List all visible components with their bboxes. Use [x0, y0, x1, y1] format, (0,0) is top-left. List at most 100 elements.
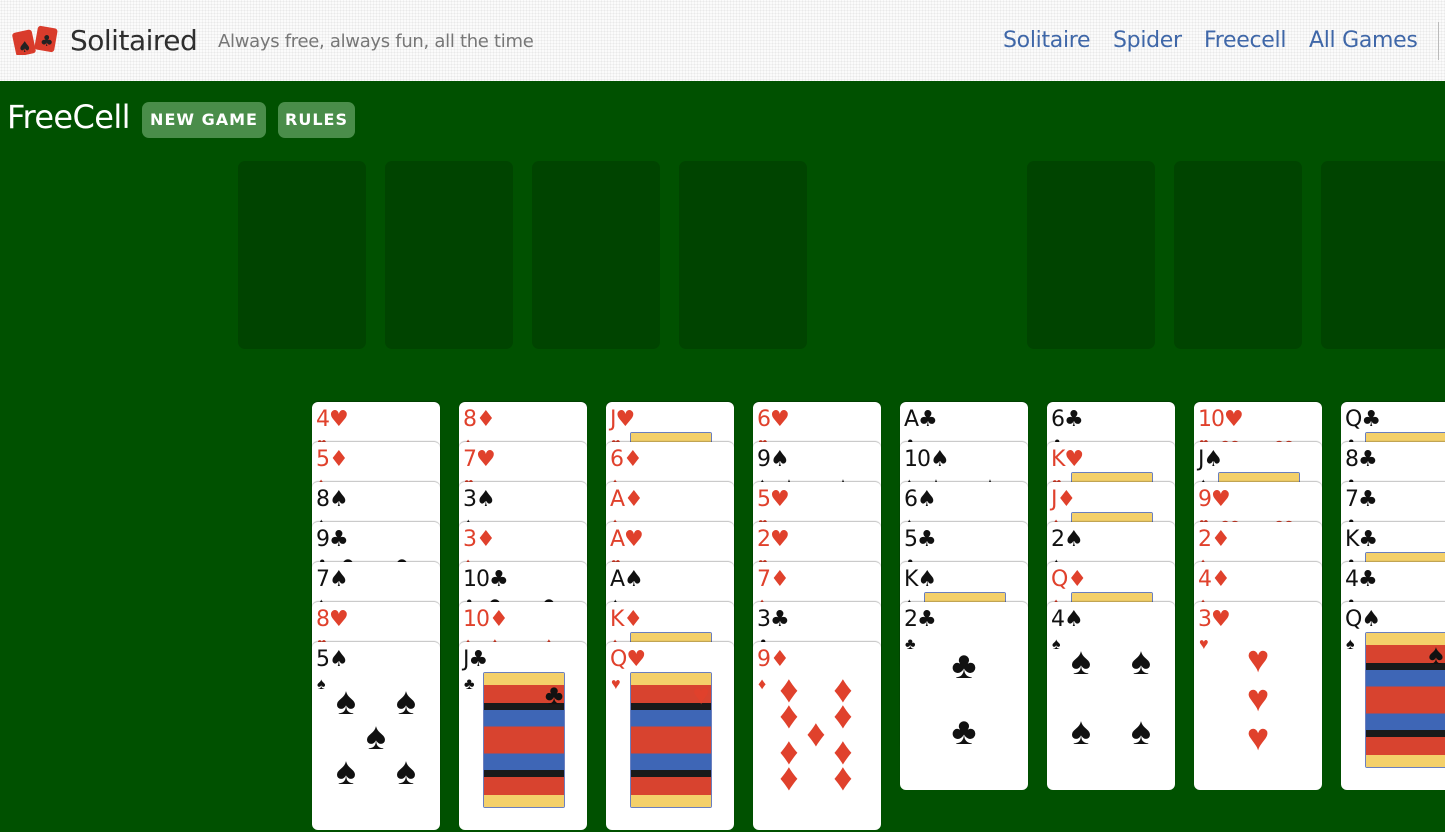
card-rank-label: 7♠ [316, 567, 349, 592]
site-brand[interactable]: Solitaired [70, 24, 198, 57]
suit-icon: ♦ [779, 757, 799, 799]
card-rank-label: 3♦ [463, 527, 496, 552]
free-cell-1[interactable] [238, 161, 366, 349]
card-rank-label: 3♠ [463, 487, 496, 512]
card-rank-label: A♦ [610, 487, 644, 512]
suit-icon: ♠ [1130, 641, 1152, 683]
card-rank-label: 8♣ [1345, 447, 1378, 472]
face-figure-icon [631, 740, 711, 807]
suit-icon: ♣ [951, 711, 977, 753]
card-rank-label: 7♥ [463, 447, 496, 472]
suit-icon: ♠ [335, 751, 357, 793]
site-header: ♠ ♣ Solitaired Always free, always fun, … [0, 0, 1445, 81]
suit-icon: ♣ [905, 636, 916, 653]
face-card-art-icon: ♥ [630, 672, 712, 808]
card-rank-label: 3♣ [757, 607, 790, 632]
face-figure-icon [484, 740, 564, 807]
card-rank-label: K♣ [1345, 527, 1378, 552]
card-rank-label: 6♠ [904, 487, 937, 512]
suit-icon: ♠ [1052, 636, 1061, 653]
card-rank-label: Q♥ [610, 647, 646, 672]
foundation-2[interactable] [1174, 161, 1302, 349]
suit-icon: ♥ [1199, 636, 1209, 653]
card-rank-label: 4♠ [1051, 607, 1084, 632]
card-rank-label: 5♥ [757, 487, 790, 512]
card-rank-label: J♣ [463, 647, 488, 672]
site-tagline: Always free, always fun, all the time [218, 31, 534, 52]
card[interactable]: 5♠ ♠ ♠ ♠ ♠ ♠ ♠ [312, 642, 440, 830]
card-rank-label: Q♠ [1345, 607, 1381, 632]
free-cell-4[interactable] [679, 161, 807, 349]
foundation-3[interactable] [1321, 161, 1445, 349]
suit-icon: ♠ [365, 716, 387, 758]
suit-icon: ♠ [395, 751, 417, 793]
suit-icon: ♥ [1246, 639, 1270, 681]
card-rank-label: 8♦ [463, 407, 496, 432]
rules-button[interactable]: RULES [278, 102, 355, 138]
new-game-button[interactable]: NEW GAME [142, 102, 266, 138]
nav-spider[interactable]: Spider [1113, 28, 1182, 53]
free-cell-2[interactable] [385, 161, 513, 349]
card-rank-label: 8♠ [316, 487, 349, 512]
card-rank-label: Q♦ [1051, 567, 1087, 592]
game-title: FreeCell [7, 98, 131, 136]
suit-icon: ♦ [758, 676, 767, 693]
card[interactable]: Q♥ ♥ ♥ [606, 642, 734, 830]
face-card-art-icon: ♣ [483, 672, 565, 808]
card[interactable]: J♣ ♣ ♣ [459, 642, 587, 830]
card-rank-label: Q♣ [1345, 407, 1381, 432]
nav-freecell[interactable]: Freecell [1204, 28, 1286, 53]
card-rank-label: 5♠ [316, 647, 349, 672]
foundation-1[interactable] [1027, 161, 1155, 349]
svg-text:♣: ♣ [40, 32, 53, 50]
card-rank-label: A♥ [610, 527, 644, 552]
suit-icon: ♥ [692, 679, 710, 710]
card-rank-label: 2♠ [1051, 527, 1084, 552]
card-rank-label: J♥ [610, 407, 635, 432]
card[interactable]: 9♦ ♦ ♦ ♦ ♦ ♦ ♦ ♦ ♦ ♦ ♦ [753, 642, 881, 830]
nav-divider [1438, 22, 1439, 60]
card[interactable]: 2♣ ♣ ♣ ♣ [900, 602, 1028, 790]
card-rank-label: 5♦ [316, 447, 349, 472]
card-rank-label: 5♣ [904, 527, 937, 552]
free-cell-3[interactable] [532, 161, 660, 349]
suit-icon: ♠ [1428, 639, 1444, 670]
suit-icon: ♦ [833, 757, 853, 799]
card[interactable]: 4♠ ♠ ♠ ♠ ♠ ♠ [1047, 602, 1175, 790]
card-rank-label: 4♦ [1198, 567, 1231, 592]
suit-icon: ♥ [1246, 678, 1270, 720]
card-rank-label: 4♥ [316, 407, 349, 432]
card-rank-label: A♠ [610, 567, 644, 592]
suit-icon: ♥ [611, 676, 621, 693]
suit-icon: ♠ [1070, 711, 1092, 753]
card-rank-label: K♠ [904, 567, 937, 592]
suit-icon: ♣ [544, 679, 564, 710]
card-rank-label: 3♥ [1198, 607, 1231, 632]
suit-icon: ♦ [779, 695, 799, 737]
card[interactable]: 3♥ ♥ ♥ ♥ ♥ [1194, 602, 1322, 790]
card-rank-label: K♦ [610, 607, 643, 632]
suit-icon: ♥ [1246, 717, 1270, 759]
suit-icon: ♠ [1346, 636, 1355, 653]
solitaired-logo-icon[interactable]: ♠ ♣ [12, 25, 60, 55]
nav-solitaire[interactable]: Solitaire [1003, 28, 1091, 53]
nav-all-games[interactable]: All Games [1309, 28, 1418, 53]
svg-text:♠: ♠ [18, 38, 31, 55]
suit-icon: ♠ [317, 676, 326, 693]
card-rank-label: 7♦ [757, 567, 790, 592]
card-rank-label: 6♦ [610, 447, 643, 472]
face-figure-icon [1366, 700, 1445, 767]
card-rank-label: J♦ [1051, 487, 1076, 512]
suit-icon: ♣ [464, 676, 475, 693]
suit-icon: ♠ [1070, 641, 1092, 683]
card[interactable]: Q♠ ♠ ♠ [1341, 602, 1445, 790]
face-card-art-icon: ♠ [1365, 632, 1445, 768]
card-rank-label: 6♣ [1051, 407, 1084, 432]
suit-icon: ♦ [833, 695, 853, 737]
card-rank-label: J♠ [1198, 447, 1223, 472]
card-rank-label: A♣ [904, 407, 938, 432]
card-rank-label: K♥ [1051, 447, 1084, 472]
suit-icon: ♦ [806, 713, 826, 755]
card-rank-label: 2♣ [904, 607, 937, 632]
suit-icon: ♠ [335, 681, 357, 723]
